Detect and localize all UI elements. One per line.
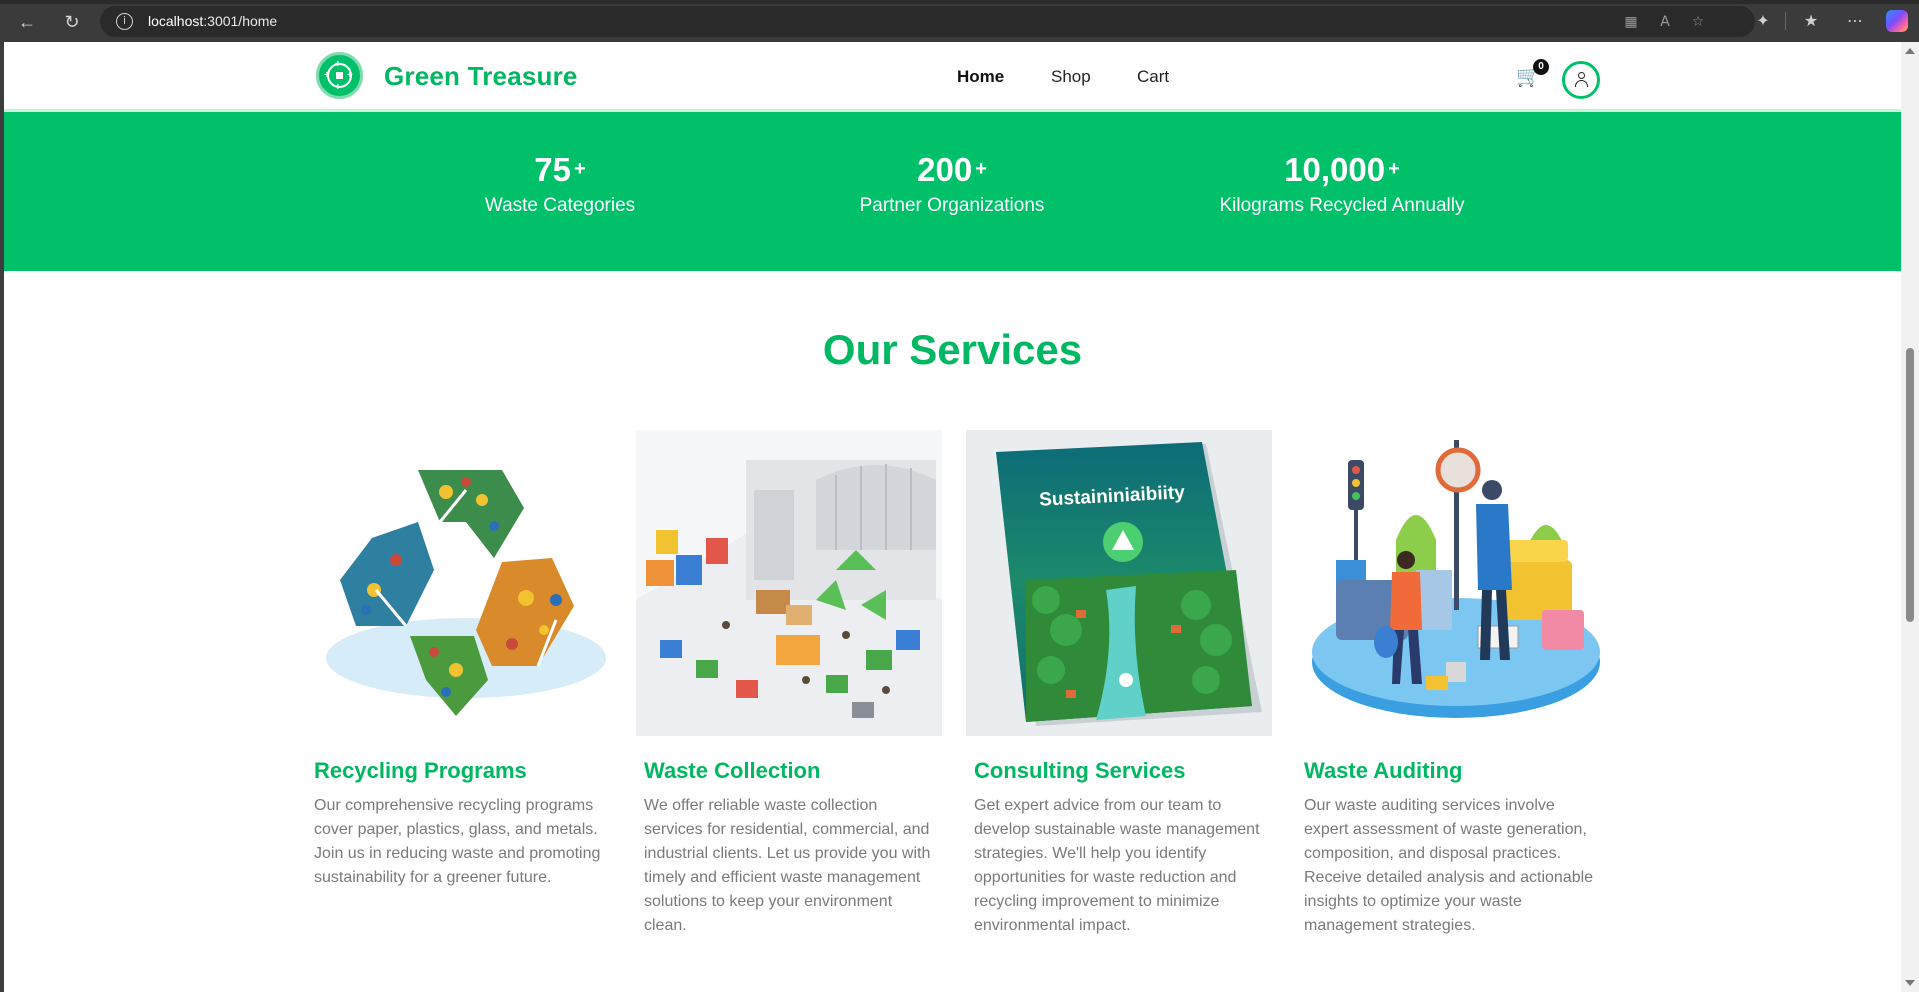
- service-card-description: Our comprehensive recycling programs cov…: [314, 797, 601, 886]
- user-profile-button[interactable]: [1562, 61, 1600, 99]
- page-scrollbar[interactable]: [1901, 42, 1919, 992]
- address-bar[interactable]: i localhost:3001/home ▦ A ☆: [100, 6, 1755, 37]
- browser-chrome: ← ↻ i localhost:3001/home ▦ A ☆ ✦ ★ ⋯: [0, 0, 1919, 42]
- extensions-icon[interactable]: ✦: [1751, 9, 1775, 33]
- service-card-title: Consulting Services: [974, 758, 1186, 783]
- waste-collection-illustration: [636, 430, 942, 736]
- service-card-title: Recycling Programs: [314, 758, 527, 783]
- logo-plus-icon: +: [335, 59, 341, 70]
- site-info-icon[interactable]: i: [116, 13, 133, 30]
- service-card-description: Get expert advice from our team to devel…: [974, 797, 1260, 934]
- service-card[interactable]: Waste Collection We offer reliable waste…: [636, 430, 942, 934]
- user-icon: [1578, 72, 1585, 79]
- toolbar-divider: [1785, 12, 1786, 30]
- service-card[interactable]: Recycling Programs Our comprehensive rec…: [306, 430, 612, 886]
- more-menu-icon[interactable]: ⋯: [1843, 9, 1867, 33]
- read-aloud-icon[interactable]: A: [1656, 13, 1674, 31]
- tab-strip-edge: [0, 0, 1919, 4]
- stat-label: Kilograms Recycled Annually: [1219, 195, 1465, 216]
- service-card[interactable]: Waste Auditing Our waste auditing servic…: [1296, 430, 1602, 934]
- favorites-icon[interactable]: ★: [1799, 9, 1823, 33]
- stat-label: Partner Organizations: [859, 195, 1045, 216]
- reload-icon[interactable]: ↻: [59, 9, 85, 35]
- service-card-description: We offer reliable waste collection servi…: [644, 797, 931, 934]
- brand-name[interactable]: Green Treasure: [384, 61, 578, 92]
- stat-number: 200 +: [917, 151, 987, 188]
- logo-icon[interactable]: + + + +: [316, 52, 363, 99]
- service-card[interactable]: Sustaininiaibiity Consulting Services Ge…: [966, 430, 1272, 934]
- scrollbar-thumb[interactable]: [1906, 348, 1914, 622]
- stat-label: Waste Categories: [484, 195, 636, 216]
- waste-auditing-illustration: [1296, 430, 1602, 736]
- scroll-down-icon[interactable]: [1905, 980, 1915, 986]
- logo-plus-icon: +: [324, 70, 330, 81]
- stat-item: 75 + Waste Categories: [400, 150, 720, 217]
- nav-home[interactable]: Home: [957, 67, 1004, 87]
- stat-number: 10,000 +: [1284, 151, 1400, 188]
- url-text[interactable]: localhost:3001/home: [148, 13, 277, 29]
- nav-shop[interactable]: Shop: [1051, 67, 1091, 87]
- stat-item: 10,000 + Kilograms Recycled Annually: [1182, 150, 1502, 217]
- service-card-title: Waste Collection: [644, 758, 821, 783]
- stats-band: 75 + Waste Categories 200 + Partner Organi…: [4, 112, 1901, 271]
- sustainability-book-illustration: Sustaininiaibiity: [966, 430, 1272, 736]
- page-viewport: + + + + Green Treasure Home Shop Cart 🛒 …: [4, 42, 1901, 992]
- app-available-icon[interactable]: ▦: [1622, 13, 1640, 31]
- services-heading: Our Services: [822, 326, 1083, 373]
- stat-number: 75 +: [534, 151, 586, 188]
- site-header: + + + + Green Treasure Home Shop Cart 🛒 …: [4, 42, 1901, 112]
- logo-square: [336, 72, 343, 79]
- logo-plus-icon: +: [335, 82, 341, 93]
- service-card-description: Our waste auditing services involve expe…: [1304, 797, 1594, 934]
- back-icon[interactable]: ←: [14, 9, 40, 35]
- logo-plus-icon: +: [347, 70, 353, 81]
- copilot-icon[interactable]: [1886, 10, 1908, 32]
- cart-count-badge: 0: [1533, 59, 1549, 75]
- stat-item: 200 + Partner Organizations: [792, 150, 1112, 217]
- recycling-illustration: [306, 430, 612, 736]
- service-card-title: Waste Auditing: [1304, 758, 1463, 783]
- scroll-up-icon[interactable]: [1905, 48, 1915, 54]
- favorite-star-icon[interactable]: ☆: [1689, 13, 1707, 31]
- nav-cart[interactable]: Cart: [1137, 67, 1169, 87]
- user-icon-body: [1575, 80, 1588, 87]
